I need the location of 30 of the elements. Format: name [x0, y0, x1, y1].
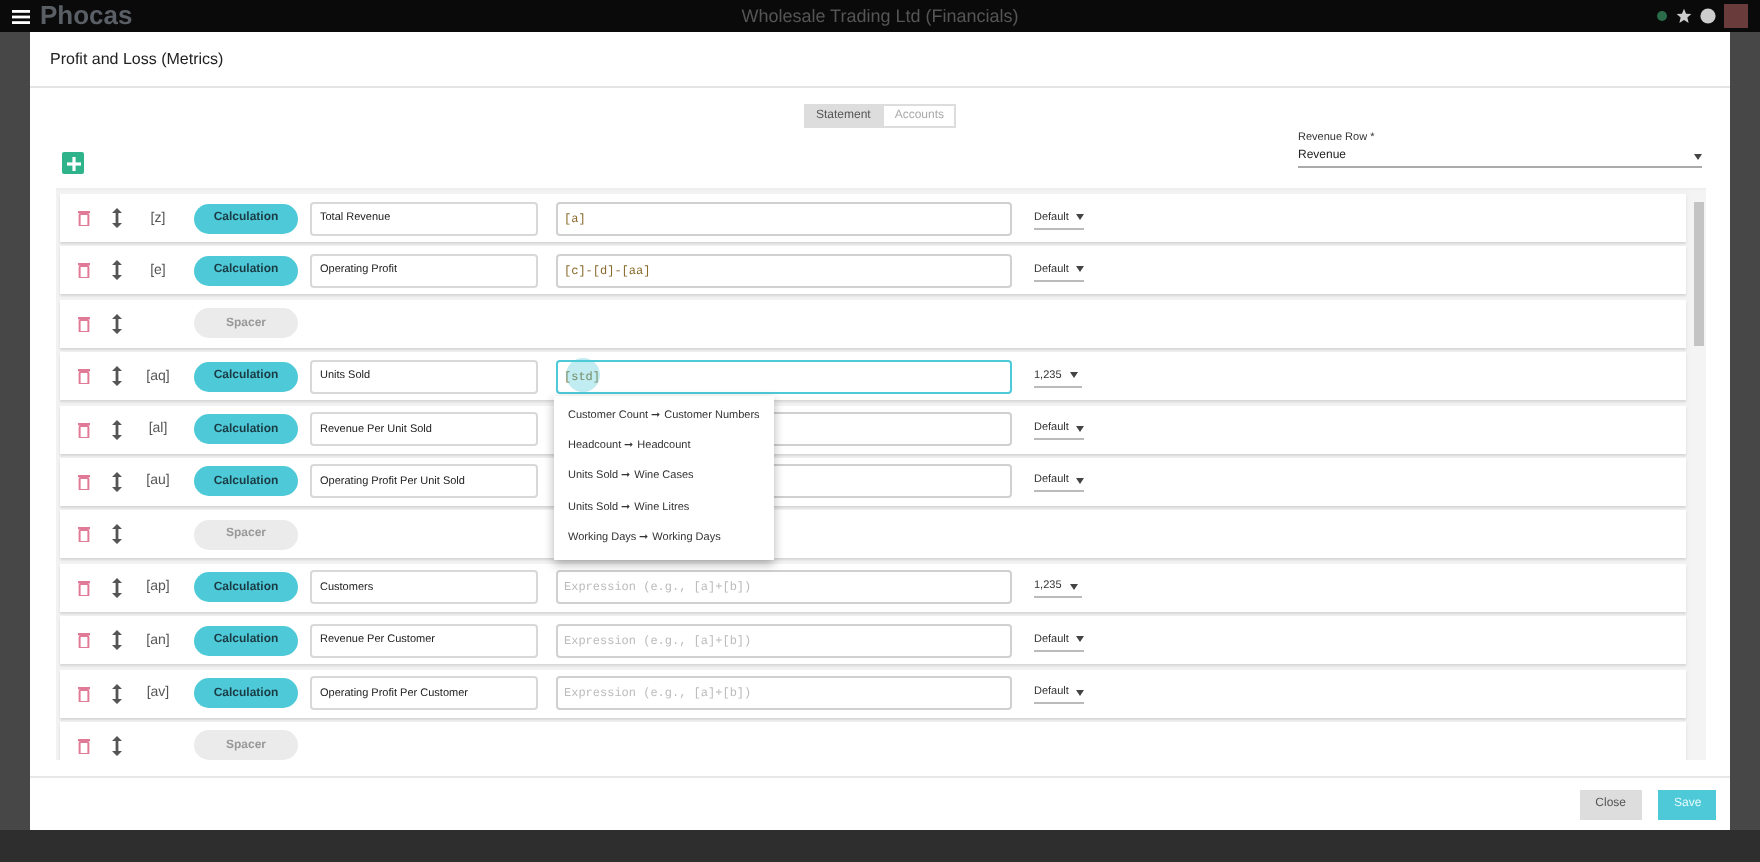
drag-handle-icon[interactable]	[112, 208, 122, 228]
menu-icon[interactable]	[12, 9, 30, 23]
trash-icon[interactable]	[78, 421, 90, 438]
scrollbar[interactable]	[1690, 190, 1706, 760]
trash-icon[interactable]	[78, 315, 90, 332]
drag-handle-icon[interactable]	[112, 630, 122, 651]
drag-handle-icon[interactable]	[112, 524, 122, 545]
trash-icon[interactable]	[78, 685, 90, 702]
add-button[interactable]	[62, 152, 84, 174]
trash-icon[interactable]	[78, 473, 90, 490]
app-logo: Phocas	[40, 0, 133, 32]
trash-icon[interactable]	[78, 737, 90, 754]
trash-icon[interactable]	[78, 262, 90, 279]
trash-icon[interactable]	[78, 368, 90, 385]
trash-icon[interactable]	[78, 632, 90, 649]
drag-handle-icon[interactable]	[112, 577, 122, 598]
trash-icon[interactable]	[78, 579, 90, 596]
drag-handle-icon[interactable]	[112, 366, 122, 387]
trash-icon[interactable]	[78, 526, 90, 543]
drag-handle-icon[interactable]	[112, 313, 122, 334]
drag-handle-icon[interactable]	[112, 735, 122, 756]
dot-icon[interactable]	[1656, 10, 1668, 22]
trash-icon[interactable]	[78, 210, 90, 226]
drag-handle-icon[interactable]	[112, 260, 122, 281]
app-title: Wholesale Trading Ltd (Financials)	[741, 6, 1019, 26]
star-icon[interactable]	[1676, 8, 1692, 24]
drag-handle-icon[interactable]	[112, 419, 122, 440]
dialog-title: Profit and Loss (Metrics)	[50, 50, 224, 68]
drag-handle-icon[interactable]	[112, 683, 122, 704]
drag-handle-icon[interactable]	[112, 471, 122, 492]
